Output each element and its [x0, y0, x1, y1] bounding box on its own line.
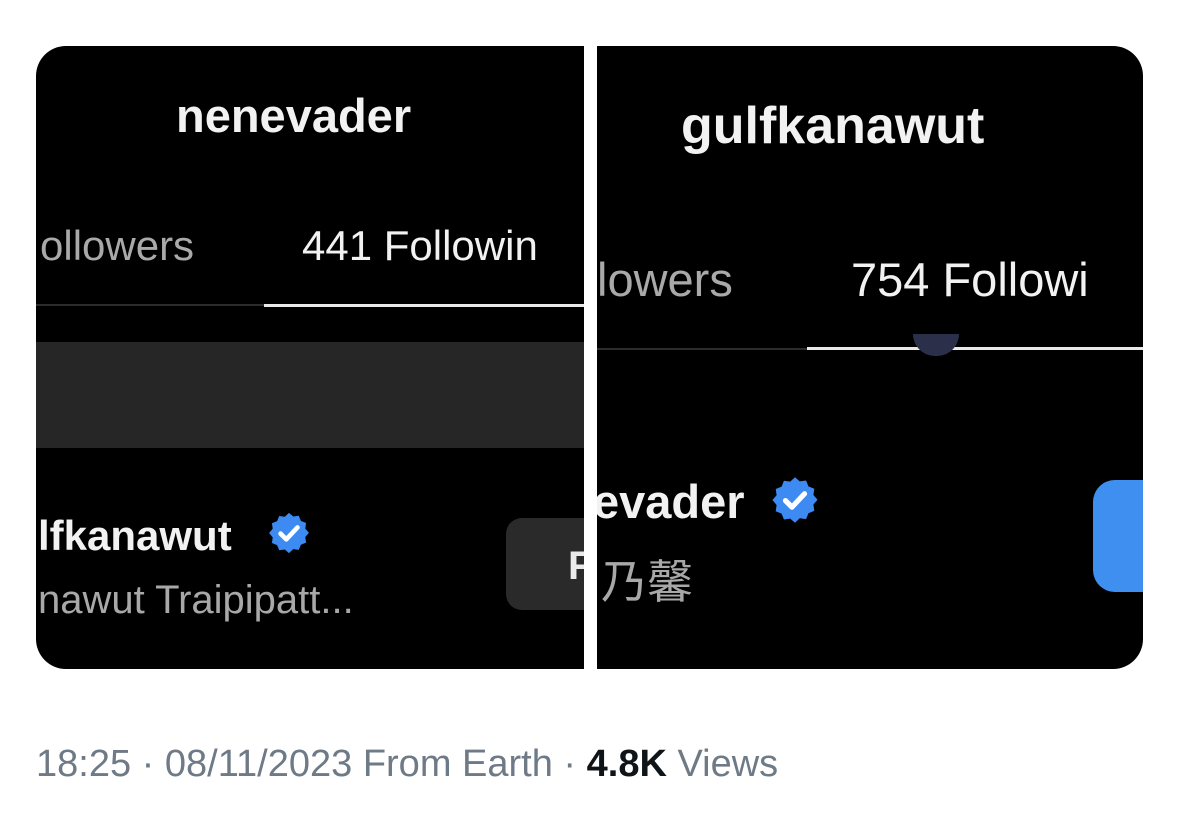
tab-followers[interactable]: ollowers — [40, 222, 194, 270]
left-screenshot-panel[interactable]: nenevader ollowers 441 Followin lfkanawu… — [36, 46, 584, 669]
follow-button[interactable]: F — [506, 518, 584, 610]
tab-following[interactable]: 441 Followin — [302, 222, 538, 270]
tweet-time[interactable]: 18:25 — [36, 743, 131, 785]
verified-badge-icon — [772, 477, 818, 523]
tweet-date[interactable]: 08/11/2023 — [165, 743, 352, 785]
profile-username: nenevader — [176, 89, 412, 142]
profile-username: gulfkanawut — [681, 97, 985, 155]
meta-separator: · — [563, 743, 577, 785]
follow-button[interactable] — [1093, 480, 1143, 592]
account-username: lfkanawut — [38, 512, 232, 559]
tab-followers[interactable]: lowers — [597, 252, 733, 307]
right-screenshot-panel[interactable]: gulfkanawut lowers 754 Followi evader 乃馨 — [597, 46, 1143, 669]
active-tab-underline — [807, 347, 1143, 350]
tweet-source: From Earth — [362, 743, 553, 785]
active-tab-underline — [264, 304, 584, 307]
image-divider — [584, 46, 597, 669]
account-username: evader — [597, 475, 745, 528]
views-count[interactable]: 4.8K — [587, 743, 667, 785]
verified-badge-icon — [269, 512, 309, 554]
tweet-media-grid[interactable]: nenevader ollowers 441 Followin lfkanawu… — [36, 46, 1143, 669]
account-fullname: nawut Traipipatt... — [38, 578, 354, 622]
avatar-partial — [913, 334, 959, 356]
tab-following[interactable]: 754 Followi — [851, 252, 1089, 307]
follow-button-label: F — [568, 544, 584, 588]
tweet-meta-row: 18:25 · 08/11/2023 From Earth · 4.8K Vie… — [36, 743, 778, 786]
meta-separator: · — [141, 743, 155, 785]
search-bar[interactable] — [36, 342, 584, 448]
views-label[interactable]: Views — [677, 743, 778, 785]
account-fullname: 乃馨 — [601, 556, 693, 608]
